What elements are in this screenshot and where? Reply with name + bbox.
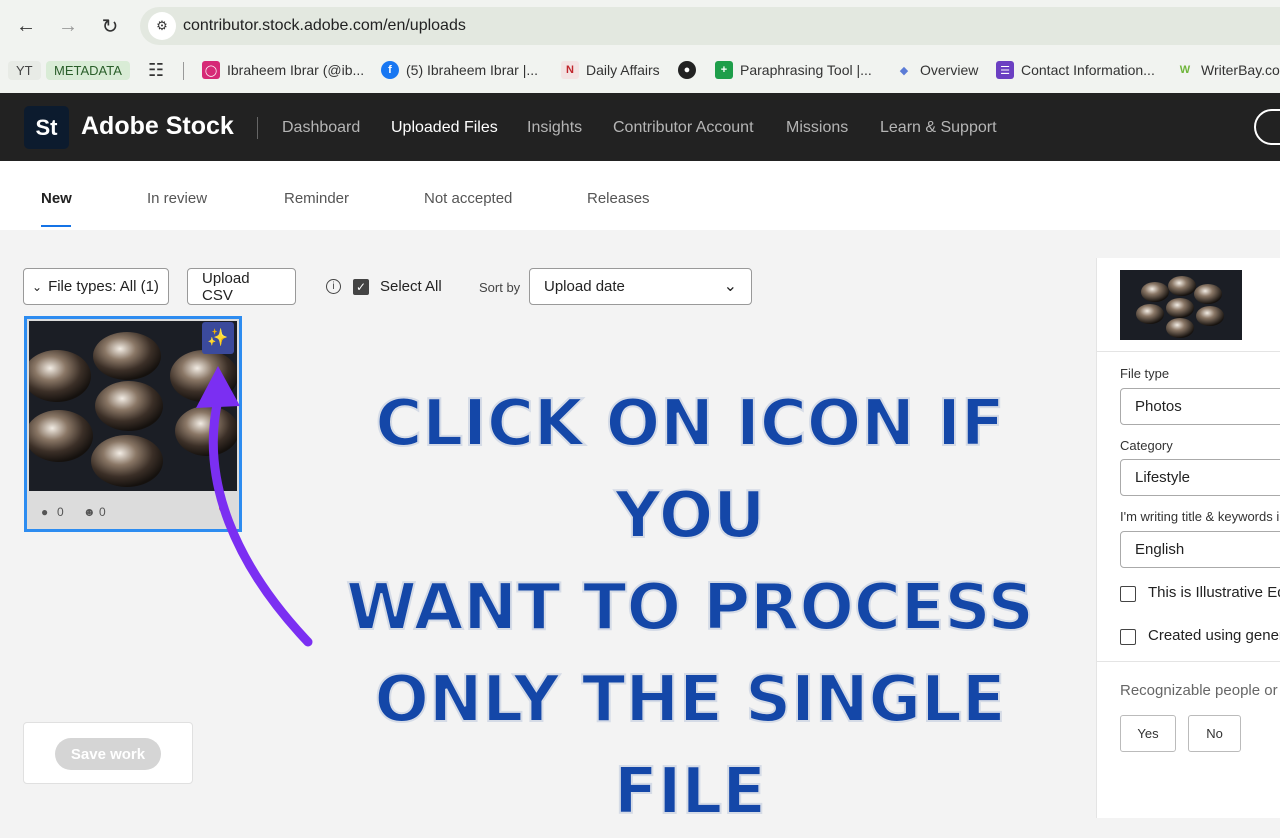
annotation-line-2: WANT TO PROCESS (345, 570, 1035, 646)
no-button[interactable]: No (1188, 715, 1241, 752)
panel-divider (1097, 661, 1280, 662)
annotation-line-1: CLICK ON ICON IF YOU (374, 386, 1005, 554)
info-icon[interactable]: i (326, 279, 341, 294)
yes-button[interactable]: Yes (1120, 715, 1176, 752)
upload-csv-button[interactable]: Upload CSV (187, 268, 296, 305)
generative-ai-label: Created using genera (1148, 627, 1280, 644)
save-panel: Save work (23, 722, 193, 784)
nav-missions[interactable]: Missions (786, 119, 848, 137)
select-all-checkbox[interactable]: ✓ (353, 279, 369, 295)
category-select[interactable]: Lifestyle (1120, 459, 1280, 496)
chevron-down-icon: ⌄ (723, 278, 737, 295)
illustrative-editorial-checkbox[interactable] (1120, 586, 1136, 602)
back-icon[interactable]: ← (12, 12, 40, 40)
instagram-icon: ◯ (202, 61, 220, 79)
tab-not-accepted[interactable]: Not accepted (424, 190, 512, 207)
upload-csv-label: Upload CSV (202, 269, 250, 304)
bookmarks-bar: YT METADATA ☷ ◯ Ibraheem Ibrar (@ib... f… (0, 55, 1280, 85)
bookmark-facebook[interactable]: f (5) Ibraheem Ibrar |... (381, 58, 538, 82)
bookmark-label: METADATA (46, 60, 130, 80)
bookmark-instagram[interactable]: ◯ Ibraheem Ibrar (@ib... (202, 58, 364, 82)
keywords-count: 0 (57, 505, 64, 519)
bookmark-label: Contact Information... (1021, 62, 1155, 78)
people-count: 0 (99, 505, 106, 519)
people-icon: ☻ (83, 505, 96, 519)
adobe-stock-logo[interactable]: St (24, 106, 69, 149)
sort-value: Upload date (544, 278, 625, 295)
nav-learn-support[interactable]: Learn & Support (880, 119, 997, 137)
site-settings-icon[interactable]: ⚙ (148, 12, 176, 40)
selected-file-preview (1120, 270, 1242, 340)
tab-in-review[interactable]: In review (147, 190, 207, 207)
nav-insights[interactable]: Insights (527, 119, 582, 137)
bookmark-label: (5) Ibraheem Ibrar |... (406, 62, 539, 78)
file-type-select[interactable]: Photos (1120, 388, 1280, 425)
forward-icon[interactable]: → (54, 12, 82, 40)
bookmark-writerbay[interactable]: W WriterBay.co (1176, 58, 1280, 82)
overview-icon: ◆ (899, 64, 909, 77)
nav-contributor-account[interactable]: Contributor Account (613, 119, 754, 137)
address-bar[interactable]: ⚙ contributor.stock.adobe.com/en/uploads (140, 7, 1280, 45)
bookmark-yt[interactable]: YT (8, 58, 41, 82)
generative-ai-checkbox[interactable] (1120, 629, 1136, 645)
tag-icon: ● (41, 505, 49, 519)
bookmark-daily-affairs[interactable]: N Daily Affairs (561, 58, 660, 82)
n-icon: N (561, 61, 579, 79)
url-text: contributor.stock.adobe.com/en/uploads (183, 17, 466, 34)
bookmark-label: Ibraheem Ibrar (@ib... (227, 62, 365, 78)
sheet-icon: + (715, 61, 733, 79)
tab-new[interactable]: New (41, 190, 72, 207)
select-all-label[interactable]: Select All (380, 278, 442, 295)
file-types-label: File types: All (1) (48, 278, 159, 295)
site-header: St Adobe Stock Dashboard Uploaded Files … (0, 93, 1280, 161)
sort-by-select[interactable]: Upload date ⌄ (529, 268, 752, 305)
browser-chrome: ← → ↻ ⚙ contributor.stock.adobe.com/en/u… (0, 0, 1280, 93)
bookmark-globe[interactable]: ● (678, 58, 703, 82)
category-label: Category (1120, 438, 1173, 453)
sort-by-label: Sort by (479, 280, 521, 295)
bookmark-label: Daily Affairs (586, 62, 660, 78)
bookmark-contact[interactable]: ☰ Contact Information... (996, 58, 1155, 82)
save-work-button[interactable]: Save work (55, 738, 161, 770)
address-row: ← → ↻ ⚙ contributor.stock.adobe.com/en/u… (0, 0, 1280, 52)
bookmark-label: Paraphrasing Tool |... (740, 62, 872, 78)
w-icon: W (1179, 64, 1191, 76)
chevron-down-icon: ⌄ (32, 279, 43, 294)
nav-dashboard[interactable]: Dashboard (282, 119, 360, 137)
recognizable-people-question: Recognizable people or p (1120, 682, 1280, 699)
preview-image (1120, 270, 1242, 340)
upload-button[interactable] (1254, 109, 1280, 145)
illustrative-editorial-label: This is Illustrative Ed (1148, 584, 1280, 601)
form-icon: ☰ (996, 61, 1014, 79)
header-divider (257, 117, 258, 139)
globe-icon: ● (678, 61, 696, 79)
apps-grid-icon[interactable]: ☷ (148, 58, 164, 82)
bookmark-metadata[interactable]: METADATA (46, 58, 130, 82)
annotation-text: CLICK ON ICON IF YOU WANT TO PROCESS ONL… (300, 378, 1080, 838)
bookmark-label: WriterBay.co (1201, 62, 1280, 78)
active-tab-indicator (41, 225, 71, 227)
brand-name[interactable]: Adobe Stock (81, 112, 234, 141)
nav-uploaded-files[interactable]: Uploaded Files (391, 119, 498, 137)
tab-reminder[interactable]: Reminder (284, 190, 349, 207)
bookmark-label: YT (8, 60, 41, 80)
bookmark-label: Overview (920, 62, 979, 78)
file-types-dropdown[interactable]: ⌄ File types: All (1) (23, 268, 169, 305)
annotation-line-3: ONLY THE SINGLE FILE (373, 662, 1006, 830)
file-details-panel: File type Photos Category Lifestyle I'm … (1096, 258, 1280, 818)
bookmark-divider (183, 62, 184, 80)
tab-releases[interactable]: Releases (587, 190, 650, 207)
file-type-label: File type (1120, 366, 1170, 381)
language-select[interactable]: English (1120, 531, 1280, 568)
annotation-arrow (196, 366, 313, 647)
bookmark-paraphrasing[interactable]: + Paraphrasing Tool |... (715, 58, 872, 82)
facebook-icon: f (381, 61, 399, 79)
upload-status-tabs: New In review Reminder Not accepted Rele… (0, 161, 1280, 230)
panel-divider (1097, 351, 1280, 352)
language-label: I'm writing title & keywords i (1120, 509, 1280, 524)
bookmark-overview[interactable]: ◆ Overview (895, 58, 979, 82)
reload-icon[interactable]: ↻ (96, 12, 124, 40)
